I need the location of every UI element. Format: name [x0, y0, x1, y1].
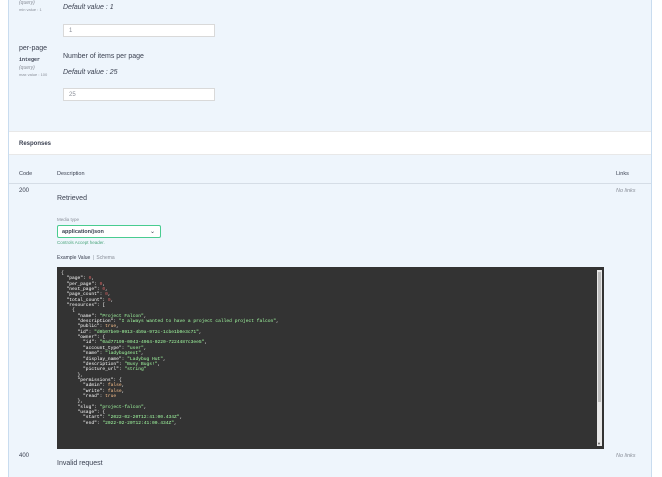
json-token: ,	[121, 388, 125, 394]
param-per-page-default: Default value : 25	[63, 69, 118, 76]
json-token: "ladybug4ext"	[105, 351, 141, 357]
param-per-page-name: per-page	[19, 45, 48, 52]
json-token: "Project Falcon"	[99, 313, 144, 319]
column-header-divider	[9, 183, 651, 184]
json-token: ,	[110, 297, 114, 303]
json-token: "total_count":	[61, 297, 108, 303]
example-value-code-block[interactable]: { "page": 0, "per_page": 0, "next_page":…	[57, 267, 604, 449]
responses-title: Responses	[19, 141, 52, 147]
example-value-tab[interactable]: Example Value	[57, 255, 90, 261]
json-token: "admin":	[61, 383, 108, 389]
parameters-section	[9, 0, 651, 131]
json-token: "display_name":	[61, 356, 128, 362]
responses-header: Responses	[9, 131, 651, 155]
json-token: ,	[116, 324, 119, 330]
json-token: ,	[276, 319, 279, 325]
json-token: ,	[143, 313, 147, 319]
json-token: ,	[140, 351, 144, 357]
param-page-input[interactable]: 1	[63, 24, 215, 37]
param-page-default: Default value : 1	[63, 4, 114, 11]
response-description-200: Retrieved	[57, 195, 87, 202]
column-header-description: Description	[57, 171, 85, 177]
json-token: "picture_url":	[61, 367, 125, 373]
code-scrollbar-thumb[interactable]	[598, 272, 601, 402]
response-links-400: No links	[616, 453, 636, 459]
json-token: "id":	[61, 340, 100, 346]
param-per-page-location: (query)	[19, 65, 35, 71]
param-per-page-description: Number of items per page	[63, 53, 144, 60]
json-token: "end":	[61, 420, 103, 426]
column-header-links: Links	[616, 171, 629, 177]
json-token: ,	[157, 361, 161, 367]
response-links-200: No links	[616, 188, 636, 194]
json-token: ,	[121, 383, 125, 389]
json-token: "public":	[61, 324, 106, 330]
json-token: "0ad77199-0043-4964-0220-7224487c3ee5"	[99, 340, 205, 346]
json-token: "name":	[61, 313, 100, 319]
json-token: ,	[102, 281, 106, 287]
media-type-label: Media type	[57, 217, 80, 222]
json-token: ,	[179, 415, 183, 421]
param-page-location: (query)	[19, 0, 35, 6]
response-code-400: 400	[19, 453, 30, 459]
response-code-200: 200	[19, 188, 30, 194]
chevron-down-icon: ⌄	[149, 229, 155, 235]
json-token: "write":	[61, 388, 108, 394]
schema-tab[interactable]: Schema	[96, 255, 114, 261]
panel-right-border	[651, 0, 652, 477]
json-token: "I always wanted to have a project calle…	[118, 319, 277, 325]
param-per-page-meta: max value : 100	[19, 72, 48, 77]
json-token: "per_page":	[61, 281, 100, 287]
json-token: "string"	[124, 367, 147, 373]
json-token: {	[61, 308, 75, 314]
column-header-code: Code	[19, 171, 33, 177]
param-per-page-input[interactable]: 25	[63, 88, 215, 101]
json-token: "d0b07be9-0913-4b9a-972c-1cbe1b0e3c71"	[94, 329, 199, 335]
json-token: ,	[174, 420, 177, 426]
param-per-page-type: integer	[19, 57, 41, 63]
json-token: "project-falcon"	[99, 404, 144, 410]
json-token: "start":	[61, 415, 108, 421]
json-token: "2022-02-20T12:41:00.434Z"	[102, 420, 175, 426]
json-token: },	[61, 399, 84, 405]
response-description-400: Invalid request	[57, 460, 103, 467]
api-operation-panel: (query) min value : 1 Default value : 1 …	[0, 0, 662, 477]
json-token: ,	[198, 329, 202, 335]
scroll-down-arrow-icon[interactable]: ▼	[597, 441, 601, 446]
json-token: "2022-02-20T12:41:00.434Z"	[107, 415, 180, 421]
json-token: true	[105, 324, 117, 330]
example-json-text: { "page": 0, "per_page": 0, "next_page":…	[61, 271, 279, 426]
json-token: "page_count":	[61, 292, 106, 298]
json-token: ,	[107, 292, 111, 298]
param-page-meta: min value : 1	[19, 7, 42, 12]
json-token: "page":	[61, 276, 89, 282]
json-token: ,	[143, 345, 147, 351]
json-token: ,	[163, 356, 166, 362]
controls-accept-label: Controls Accept header.	[57, 240, 105, 245]
example-tabs: Example Value | Schema	[57, 255, 115, 261]
json-token: },	[61, 372, 84, 378]
json-token: ,	[204, 340, 208, 346]
media-type-value: application/json	[62, 229, 104, 235]
json-token: ,	[91, 276, 95, 282]
json-token: true	[105, 393, 117, 399]
tab-separator: |	[92, 255, 94, 261]
json-token: false	[107, 388, 122, 394]
json-token: "name":	[61, 351, 106, 357]
json-token: false	[107, 383, 122, 389]
media-type-select[interactable]: application/json ⌄	[57, 225, 161, 238]
json-token: "Ladybug Hut"	[127, 356, 164, 362]
json-token: "slug":	[61, 404, 100, 410]
json-token: ,	[143, 404, 147, 410]
